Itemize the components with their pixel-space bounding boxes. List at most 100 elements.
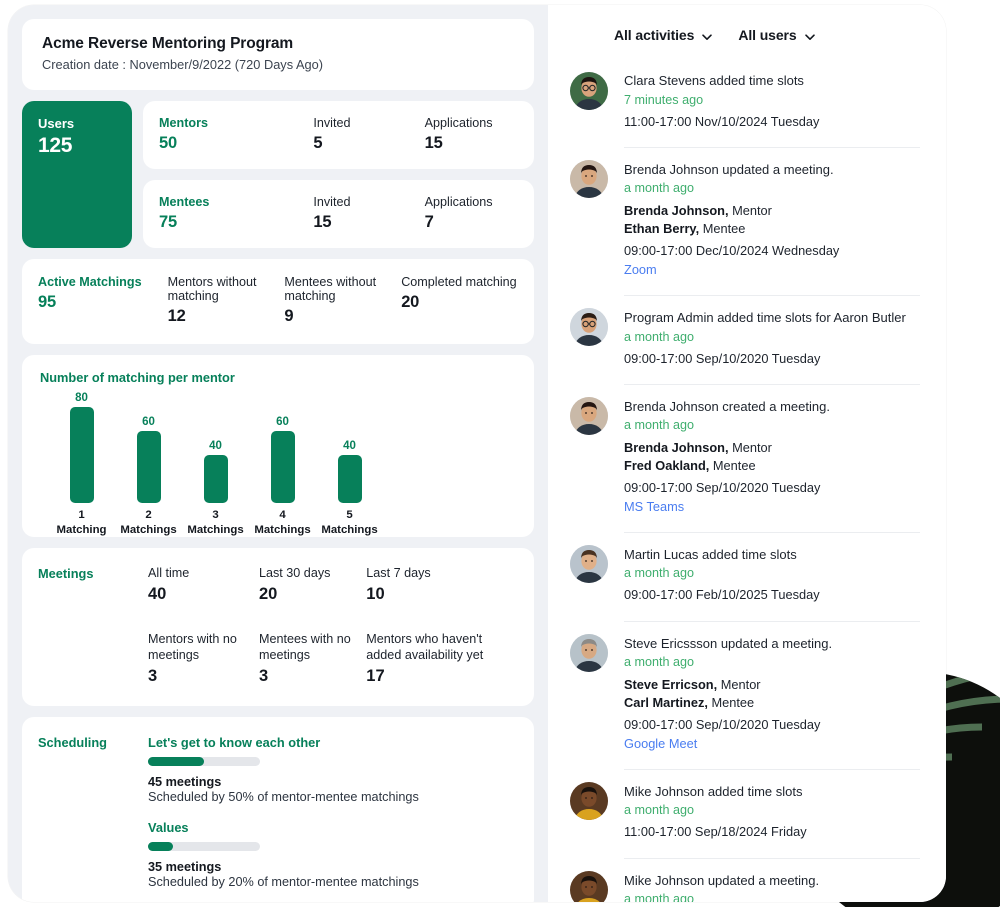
activity-title: Steve Ericssson updated a meeting.	[624, 635, 833, 651]
filter-dropdown-users[interactable]: All users	[738, 27, 815, 43]
bar-category-label: 2 Matchings	[120, 509, 177, 536]
scheduling-description: Scheduled by 50% of mentor-mentee matchi…	[148, 789, 419, 804]
scheduling-progress-track	[148, 756, 260, 766]
activity-meeting-link[interactable]: Zoom	[624, 260, 920, 279]
meeting-stat-col: Mentors with no meetings 3	[148, 632, 259, 685]
filter-dropdown-label: All activities	[614, 27, 695, 43]
page-title: Acme Reverse Mentoring Program	[42, 35, 294, 52]
meetings-section-label: Meetings	[38, 566, 94, 582]
activity-item[interactable]: Program Admin added time slots for Aaron…	[548, 294, 946, 384]
meeting-stat-col: All time 40	[148, 566, 259, 604]
bar-value-label: 60	[276, 416, 289, 429]
chevron-down-icon	[804, 30, 815, 41]
users-and-roles-row: Users 125 Mentors 50 Invited 5 Applicati…	[22, 101, 534, 249]
scheduling-block-heading: Values	[148, 819, 189, 835]
meeting-stat-label: Mentors who haven't added availability y…	[366, 632, 484, 662]
activity-title: Clara Stevens added time slots	[624, 73, 804, 88]
mentors-applications-value: 15	[424, 134, 443, 153]
activity-mentor: Brenda Johnson, Mentor	[624, 440, 772, 456]
scheduling-section-label: Scheduling	[38, 734, 107, 750]
mentors-stat-card: Mentors 50 Invited 5 Applications 15	[143, 101, 534, 170]
meeting-stat-value: 10	[366, 585, 385, 604]
dashboard-window: Acme Reverse Mentoring Program Creation …	[8, 5, 946, 902]
bar-group: 60	[115, 391, 182, 504]
bar	[337, 455, 362, 504]
bar-category-label: 3 Matchings	[187, 509, 244, 536]
mentees-invited-label: Invited	[313, 195, 351, 210]
avatar	[570, 159, 608, 198]
activity-timestamp: a month ago	[624, 329, 695, 344]
filter-dropdown-activities[interactable]: All activities	[614, 27, 713, 43]
activity-datetime: 11:00-17:00 Nov/10/2024 Tuesday	[624, 113, 820, 129]
mentees-applications-col: Applications 7	[425, 195, 518, 232]
mentors-without-matching-value: 12	[167, 307, 186, 326]
mentees-stat-card: Mentees 75 Invited 15 Applications 7	[143, 180, 534, 249]
meeting-stat-label: Mentors with no meetings	[148, 632, 237, 662]
mentees-applications-label: Applications	[424, 195, 493, 210]
scheduling-progress-fill	[148, 756, 204, 766]
activity-mentee: Carl Martinez, Mentee	[624, 695, 755, 711]
activity-timestamp: a month ago	[624, 418, 695, 433]
activity-item[interactable]: Mike Johnson added time slots a month ago…	[548, 768, 946, 858]
bar-value-label: 40	[209, 440, 222, 453]
activity-mentee: Ethan Berry, Mentee	[624, 221, 746, 237]
users-total-tile[interactable]: Users 125	[22, 101, 132, 249]
meeting-stat-value: 40	[148, 585, 167, 604]
scheduling-card: Scheduling Let's get to know each other 4…	[22, 716, 534, 902]
completed-matching-value: 20	[401, 293, 420, 312]
activity-panel: All activities All users Clara Stevens ad…	[548, 5, 946, 902]
active-matchings-value: 95	[38, 293, 56, 312]
activity-item[interactable]: Mike Johnson updated a meeting. a month a…	[548, 857, 946, 902]
activity-datetime: 09:00-17:00 Sep/10/2020 Tuesday	[624, 716, 821, 732]
meeting-stat-value: 3	[148, 666, 158, 685]
meetings-secondary-row: Mentors with no meetings 3 Mentees with no…	[148, 632, 518, 685]
meeting-stat-col: Mentors who haven't added availability y…	[366, 632, 518, 685]
activity-timestamp: 7 minutes ago	[624, 92, 704, 107]
avatar	[570, 870, 608, 902]
matchings-card: Active Matchings 95 Mentors without matc…	[22, 259, 534, 345]
mentees-applications-value: 7	[424, 213, 434, 232]
activity-title: Mike Johnson added time slots	[624, 783, 803, 799]
avatar	[570, 781, 608, 820]
meeting-stat-label: Mentees with no meetings	[259, 632, 351, 662]
activity-meeting-link[interactable]: MS Teams	[624, 497, 920, 516]
bar-category-label: 1 Matching	[56, 509, 107, 536]
meeting-stat-label: Last 30 days	[259, 566, 331, 581]
activity-timestamp: a month ago	[624, 181, 695, 196]
bar-category-label: 5 Matchings	[321, 509, 378, 536]
scheduling-progress-fill	[148, 841, 173, 851]
avatar	[570, 633, 608, 672]
activity-item[interactable]: Steve Ericssson updated a meeting. a mont…	[548, 620, 946, 769]
bar-group: 40	[316, 391, 383, 504]
mentees-without-matching-col: Mentees without matching 9	[284, 275, 401, 326]
mentors-without-matching-label: Mentors without matching	[167, 275, 257, 304]
activity-item[interactable]: Brenda Johnson created a meeting. a month…	[548, 383, 946, 532]
activity-item[interactable]: Martin Lucas added time slots a month ago…	[548, 531, 946, 621]
activity-datetime: 09:00-17:00 Feb/10/2025 Tuesday	[624, 587, 820, 603]
scheduling-block-heading: Let's get to know each other	[148, 734, 321, 750]
mentees-value: 75	[159, 213, 177, 232]
activity-datetime: 09:00-17:00 Sep/10/2020 Tuesday	[624, 479, 821, 495]
mentees-invited-value: 15	[313, 213, 332, 232]
activity-item[interactable]: Clara Stevens added time slots 7 minutes …	[548, 59, 946, 147]
activity-title: Brenda Johnson created a meeting.	[624, 398, 830, 414]
bar-value-label: 40	[343, 440, 356, 453]
activity-datetime: 11:00-17:00 Sep/18/2024 Friday	[624, 824, 807, 840]
mentees-count-col: Mentees 75	[159, 195, 313, 232]
program-header-card: Acme Reverse Mentoring Program Creation …	[22, 19, 534, 90]
activity-timestamp: a month ago	[624, 803, 695, 818]
completed-matching-label: Completed matching	[401, 275, 517, 290]
bar	[136, 431, 161, 504]
activity-feed: Clara Stevens added time slots 7 minutes …	[548, 59, 946, 902]
mentors-label: Mentors	[159, 116, 208, 130]
activity-datetime: 09:00-17:00 Sep/10/2020 Tuesday	[624, 350, 821, 366]
mentors-applications-label: Applications	[424, 116, 493, 130]
activity-meeting-link[interactable]: Google Meet	[624, 734, 920, 753]
activity-item[interactable]: Brenda Johnson updated a meeting. a month…	[548, 146, 946, 295]
meeting-stat-col: Last 7 days 10	[366, 566, 518, 604]
mentees-without-matching-value: 9	[284, 307, 294, 326]
activity-timestamp: a month ago	[624, 892, 695, 902]
meeting-stat-col: Last 30 days 20	[259, 566, 366, 604]
activity-filters: All activities All users	[548, 5, 946, 59]
program-creation-date: Creation date : November/9/2022 (720 Day…	[42, 57, 323, 72]
